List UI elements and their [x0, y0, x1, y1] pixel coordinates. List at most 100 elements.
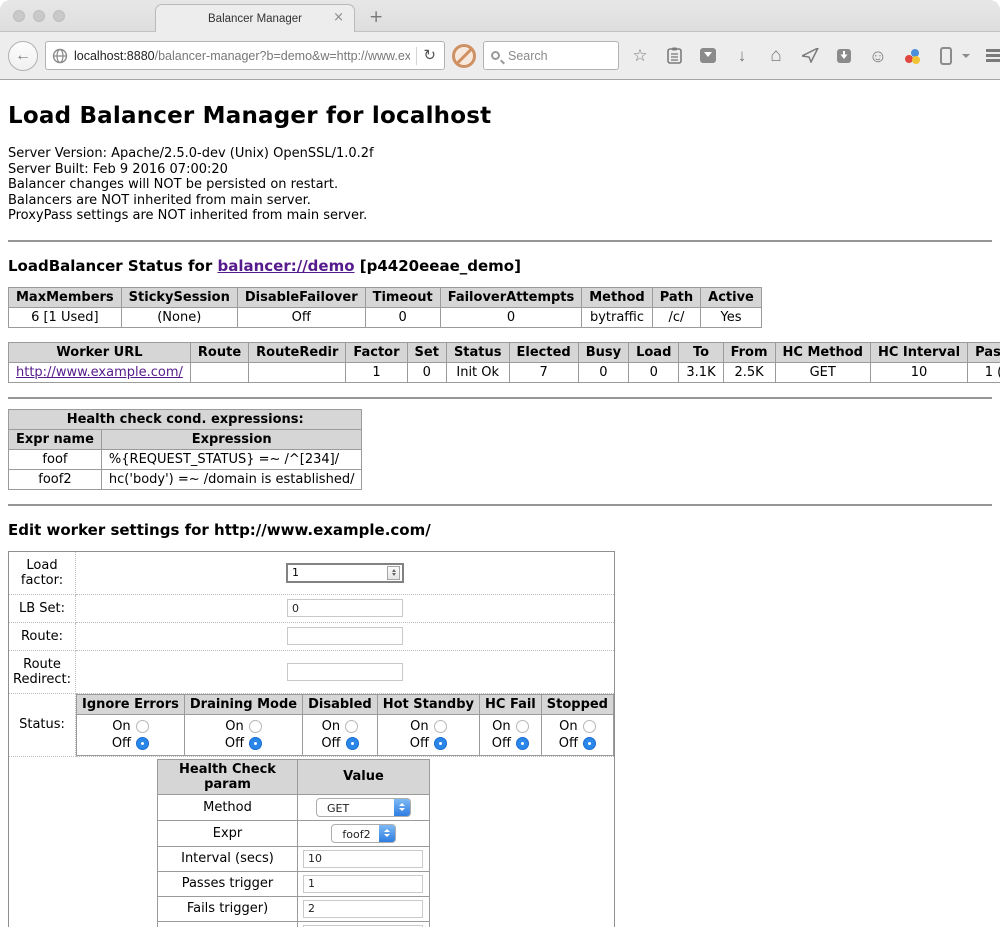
interval-input[interactable]: [303, 850, 423, 868]
hc-row-hc-uri: HC uri: [158, 921, 430, 927]
load-factor-label: Load factor:: [9, 551, 76, 594]
server-version: Server Version: Apache/2.5.0-dev (Unix) …: [8, 146, 992, 162]
table-header-row: Expr name Expression: [9, 429, 362, 449]
url-divider: [416, 47, 417, 65]
disabled-on-radio[interactable]: [345, 720, 358, 733]
hc-fail-on-radio[interactable]: [516, 720, 529, 733]
route-redirect-label: Route Redirect:: [9, 650, 76, 693]
smiley-icon[interactable]: ☺: [868, 46, 888, 66]
form-row-lb-set: LB Set:: [9, 594, 615, 622]
search-input[interactable]: [506, 48, 596, 64]
hot-standby-on-radio[interactable]: [434, 720, 447, 733]
bookmark-star-icon[interactable]: ☆: [630, 46, 650, 66]
form-row-status: Status: Ignore Errors Draining Mode Disa…: [9, 693, 615, 756]
disabled-off-radio[interactable]: [346, 737, 359, 750]
page-title: Load Balancer Manager for localhost: [8, 103, 992, 129]
balancer-status-table: MaxMembers StickySession DisableFailover…: [8, 287, 762, 328]
hc-row-expr: Expr foof2: [158, 820, 430, 846]
status-table: Ignore Errors Draining Mode Disabled Hot…: [76, 694, 614, 756]
passes-trigger-input[interactable]: [303, 875, 423, 893]
page-content: Load Balancer Manager for localhost Serv…: [0, 80, 1000, 927]
reload-icon[interactable]: ↻: [423, 48, 438, 63]
hot-standby-off-radio[interactable]: [434, 737, 447, 750]
route-redirect-input[interactable]: [287, 663, 403, 681]
worker-status-table: Worker URL Route RouteRedir Factor Set S…: [8, 342, 1000, 383]
menu-icon[interactable]: [986, 46, 1000, 66]
ignore-errors-on-radio[interactable]: [136, 720, 149, 733]
pocket-icon[interactable]: [698, 46, 718, 66]
back-button[interactable]: ←: [8, 41, 38, 71]
back-icon: ←: [15, 47, 31, 65]
window-controls: [13, 10, 65, 22]
toolbar-icons: ☆ ↓ ⌂ ☺: [630, 46, 970, 66]
tab-close-icon[interactable]: ×: [333, 10, 344, 25]
stopped-off-radio[interactable]: [583, 737, 596, 750]
fails-trigger-input[interactable]: [303, 900, 423, 918]
navigation-toolbar: ← localhost:8880/balancer-manager?b=demo…: [0, 32, 1000, 80]
expr-select[interactable]: foof2: [331, 824, 395, 843]
lb-set-input[interactable]: [287, 599, 403, 617]
ignore-errors-off-radio[interactable]: [136, 737, 149, 750]
minimize-window-button[interactable]: [33, 10, 45, 22]
stopped-on-radio[interactable]: [583, 720, 596, 733]
table-row: http://www.example.com/ 1 0 Init Ok 7 0 …: [9, 362, 1000, 382]
hc-row-method: Method GET: [158, 794, 430, 820]
form-row-load-factor: Load factor:: [9, 551, 615, 594]
browser-tab[interactable]: Balancer Manager ×: [155, 4, 355, 32]
download-icon[interactable]: ↓: [732, 46, 752, 66]
form-row-route: Route:: [9, 622, 615, 650]
hc-fail-off-radio[interactable]: [516, 737, 529, 750]
globe-icon: [52, 48, 68, 64]
device-icon[interactable]: [936, 46, 956, 66]
notice-balancers: Balancers are NOT inherited from main se…: [8, 193, 992, 209]
url-input[interactable]: localhost:8880/balancer-manager?b=demo&w…: [74, 49, 410, 63]
zoom-window-button[interactable]: [53, 10, 65, 22]
number-stepper-icon[interactable]: [387, 566, 400, 580]
new-tab-button[interactable]: +: [355, 7, 397, 31]
method-select[interactable]: GET: [316, 798, 411, 817]
balancer-demo-link[interactable]: balancer://demo: [217, 257, 354, 275]
select-stepper-icon: [379, 825, 395, 842]
hc-header-row: Health Check param Value: [158, 759, 430, 794]
lb-set-label: LB Set:: [9, 594, 76, 622]
square-download-icon[interactable]: [834, 46, 854, 66]
load-factor-input[interactable]: [286, 563, 404, 583]
tab-title: Balancer Manager: [208, 13, 302, 25]
hc-row-fails: Fails trigger): [158, 896, 430, 921]
table-row: 6 [1 Used] (None) Off 0 0 bytraffic /c/ …: [9, 307, 762, 327]
route-input[interactable]: [287, 627, 403, 645]
table-row: foof2 hc('body') =~ /domain is establish…: [9, 469, 362, 489]
health-check-expressions-table: Health check cond. expressions: Expr nam…: [8, 409, 362, 490]
search-bar[interactable]: [483, 41, 619, 70]
multicolor-dots-icon[interactable]: [902, 46, 922, 66]
worker-url-link[interactable]: http://www.example.com/: [16, 365, 183, 380]
hc-row-passes: Passes trigger: [158, 871, 430, 896]
close-window-button[interactable]: [13, 10, 25, 22]
content-blocked-icon[interactable]: [452, 44, 476, 68]
table-header-row: Worker URL Route RouteRedir Factor Set S…: [9, 342, 1000, 362]
form-row-route-redirect: Route Redirect:: [9, 650, 615, 693]
select-stepper-icon: [394, 799, 410, 816]
health-check-param-table: Health Check param Value Method GET Expr: [157, 759, 430, 927]
notice-persist: Balancer changes will NOT be persisted o…: [8, 177, 992, 193]
load-factor-field[interactable]: [289, 566, 387, 579]
table-header-row: MaxMembers StickySession DisableFailover…: [9, 287, 762, 307]
draining-mode-off-radio[interactable]: [249, 737, 262, 750]
tab-bar: Balancer Manager × +: [0, 0, 1000, 32]
clipboard-icon[interactable]: [664, 46, 684, 66]
home-icon[interactable]: ⌂: [766, 46, 786, 66]
server-built: Server Built: Feb 9 2016 07:00:20: [8, 162, 992, 178]
caret-down-icon[interactable]: [962, 54, 970, 58]
status-radio-row: On Off On Off On Off: [77, 714, 614, 755]
browser-window: Balancer Manager × + ← localhost:8880/ba…: [0, 0, 1000, 927]
route-label: Route:: [9, 622, 76, 650]
edit-worker-heading: Edit worker settings for http://www.exam…: [8, 521, 992, 539]
url-bar[interactable]: localhost:8880/balancer-manager?b=demo&w…: [45, 41, 445, 70]
table-row: foof %{REQUEST_STATUS} =~ /^[234]/: [9, 449, 362, 469]
send-plane-icon[interactable]: [800, 46, 820, 66]
status-label: Status:: [9, 693, 76, 756]
loadbalancer-status-heading: LoadBalancer Status for balancer://demo …: [8, 257, 992, 275]
draining-mode-on-radio[interactable]: [249, 720, 262, 733]
search-icon: [491, 51, 500, 60]
status-header-row: Ignore Errors Draining Mode Disabled Hot…: [77, 694, 614, 714]
